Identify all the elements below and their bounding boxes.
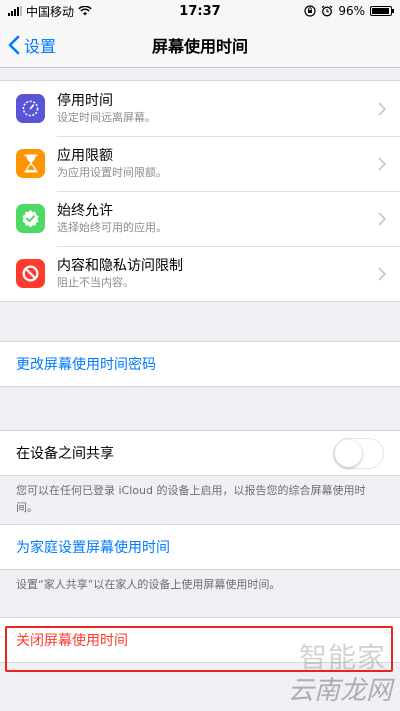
back-button[interactable]: 设置	[8, 22, 56, 67]
status-time: 17:37	[179, 3, 221, 19]
chevron-right-icon	[378, 211, 386, 226]
share-footnote: 您可以在任何已登录 iCloud 的设备上启用，以报告您的综合屏幕使用时间。	[16, 484, 366, 514]
watermark-bottom: 云南龙网	[287, 676, 392, 706]
app-limits-title: 应用限额	[57, 147, 113, 164]
wifi-icon	[78, 6, 92, 16]
always-allowed-subtitle: 选择始终可用的应用。	[57, 220, 167, 234]
content-privacy-row[interactable]: 内容和隐私访问限制 阻止不当内容。	[0, 246, 400, 301]
family-footnote: 设置“家人共享”以在家人的设备上使用屏幕使用时间。	[16, 578, 281, 591]
content-privacy-title: 内容和隐私访问限制	[57, 258, 183, 274]
chevron-right-icon	[378, 156, 386, 171]
chevron-right-icon	[378, 266, 386, 281]
hourglass-icon	[16, 149, 45, 178]
back-label: 设置	[24, 36, 57, 56]
page-title: 屏幕使用时间	[151, 36, 248, 56]
change-passcode-button[interactable]: 更改屏幕使用时间密码	[0, 342, 400, 386]
status-bar: 中国移动 17:37 96%	[0, 0, 400, 22]
share-across-devices-toggle[interactable]	[333, 437, 384, 469]
feature-list: 停用时间 设定时间远离屏幕。 应用限额 为应用设置时间限额。 始终允许 选择始终…	[0, 80, 400, 302]
downtime-icon	[16, 94, 45, 123]
share-across-devices-label: 在设备之间共享	[16, 446, 114, 462]
alarm-icon	[321, 5, 333, 17]
chevron-left-icon	[8, 35, 20, 54]
battery-percent: 96%	[338, 4, 365, 18]
orientation-lock-icon	[304, 5, 316, 17]
downtime-title: 停用时间	[57, 92, 113, 109]
share-across-devices-row: 在设备之间共享	[0, 431, 400, 475]
navigation-bar: 设置 屏幕使用时间	[0, 22, 400, 68]
chevron-right-icon	[378, 101, 386, 116]
always-allowed-title: 始终允许	[57, 202, 113, 219]
family-setup-button[interactable]: 为家庭设置屏幕使用时间	[0, 525, 400, 569]
battery-icon	[370, 6, 394, 16]
signal-icon	[8, 6, 22, 16]
downtime-row[interactable]: 停用时间 设定时间远离屏幕。	[0, 81, 400, 137]
always-allowed-row[interactable]: 始终允许 选择始终可用的应用。	[0, 191, 400, 247]
content-privacy-subtitle: 阻止不当内容。	[57, 276, 134, 289]
downtime-subtitle: 设定时间远离屏幕。	[57, 110, 156, 124]
app-limits-subtitle: 为应用设置时间限额。	[57, 165, 167, 179]
app-limits-row[interactable]: 应用限额 为应用设置时间限额。	[0, 136, 400, 192]
checkmark-badge-icon	[16, 204, 45, 233]
restriction-icon	[16, 259, 45, 288]
carrier-label: 中国移动	[26, 4, 75, 19]
